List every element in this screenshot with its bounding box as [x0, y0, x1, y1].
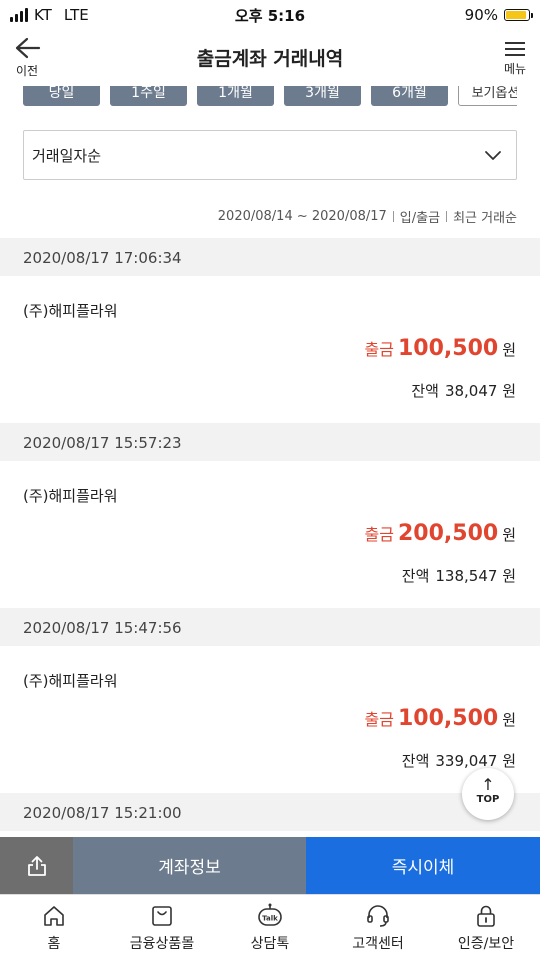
currency-unit: 원 [502, 341, 516, 359]
tab-label: 인증/보안 [457, 936, 515, 952]
transaction-date-header: 2020/08/17 15:57:23 [0, 423, 540, 461]
sort-select[interactable]: 거래일자순 [23, 130, 517, 180]
balance-label: 잔액 [401, 752, 430, 770]
tab-label: 상담톡 [250, 936, 290, 952]
transaction-amount: 출금 200,500 원 [365, 521, 516, 546]
transaction-balance: 잔액 38,047 원 [411, 380, 516, 401]
sort-selected-value: 거래일자순 [32, 147, 102, 165]
transaction-date-header: 2020/08/17 17:06:34 [0, 238, 540, 276]
divider [446, 211, 448, 222]
transaction-item[interactable]: (주)해피플라워 출금 200,500 원 잔액 138,547 원 [0, 461, 540, 608]
date-range: 2020/08/14 ~ 2020/08/17 [217, 209, 387, 224]
home-icon [44, 906, 64, 926]
instant-transfer-button[interactable]: 즉시이체 [306, 837, 540, 894]
period-1week-button[interactable]: 1주일 [110, 86, 187, 106]
tab-chat-consult[interactable]: Talk 상담톡 [216, 895, 324, 960]
status-time: 오후 5:16 [234, 7, 306, 25]
action-bar: 계좌정보 즉시이체 [0, 837, 540, 894]
transaction-payee: (주)해피플라워 [23, 302, 118, 320]
period-6months-button[interactable]: 6개월 [371, 86, 448, 106]
amount-value: 200,500 [397, 521, 499, 546]
share-icon [27, 855, 46, 876]
transaction-date-header: 2020/08/17 15:21:00 [0, 793, 540, 831]
period-today-button[interactable]: 당일 [23, 86, 100, 106]
scroll-top-label: TOP [476, 794, 500, 805]
scroll-top-button[interactable]: ↑ TOP [462, 768, 514, 820]
transaction-payee: (주)해피플라워 [23, 672, 118, 690]
balance-value: 38,047 원 [444, 382, 516, 400]
currency-unit: 원 [502, 526, 516, 544]
transaction-item[interactable]: (주)해피플라워 출금 100,500 원 잔액 339,047 원 [0, 646, 540, 793]
app-header: 이전 출금계좌 거래내역 메뉴 [0, 30, 540, 86]
transaction-balance: 잔액 138,547 원 [402, 565, 516, 586]
transaction-amount: 출금 100,500 원 [365, 336, 516, 361]
arrow-up-icon: ↑ [481, 775, 495, 794]
period-filter: 당일 1주일 1개월 3개월 6개월 보기옵션 [23, 86, 517, 116]
transaction-amount: 출금 100,500 원 [365, 706, 516, 731]
bottom-tab-bar: 홈 금융상품몰 Talk 상담톡 고객센터 인증/보안 [0, 894, 540, 960]
hamburger-icon [505, 42, 525, 56]
page-title: 출금계좌 거래내역 [196, 48, 344, 70]
headset-icon [367, 905, 389, 927]
tab-home[interactable]: 홈 [0, 895, 108, 960]
transaction-date-header: 2020/08/17 15:47:56 [0, 608, 540, 646]
account-info-button[interactable]: 계좌정보 [73, 837, 306, 894]
share-button[interactable] [0, 837, 73, 894]
period-1month-button[interactable]: 1개월 [197, 86, 274, 106]
balance-value: 339,047 원 [435, 752, 516, 770]
transaction-payee: (주)해피플라워 [23, 487, 118, 505]
menu-button[interactable]: 메뉴 [500, 38, 530, 77]
currency-unit: 원 [502, 711, 516, 729]
transaction-list: 2020/08/17 17:06:34 (주)해피플라워 출금 100,500 … [0, 238, 540, 831]
battery-percent: 90% [464, 6, 498, 24]
tab-label: 홈 [47, 936, 61, 952]
amount-value: 100,500 [397, 336, 499, 361]
svg-text:Talk: Talk [262, 915, 278, 923]
view-options-button[interactable]: 보기옵션 [458, 86, 517, 106]
transaction-type-filter: 입/출금 [399, 211, 441, 226]
transaction-type: 출금 [364, 525, 394, 544]
balance-value: 138,547 원 [435, 567, 516, 585]
query-summary: 2020/08/14 ~ 2020/08/17 입/출금 최근 거래순 [218, 207, 517, 226]
menu-label: 메뉴 [503, 62, 527, 76]
tab-customer-center[interactable]: 고객센터 [324, 895, 432, 960]
tab-label: 고객센터 [352, 936, 404, 952]
sort-order: 최근 거래순 [453, 211, 517, 226]
balance-label: 잔액 [411, 382, 439, 400]
lock-icon [477, 905, 495, 927]
shopping-bag-icon [152, 906, 172, 926]
battery-icon [504, 9, 533, 21]
period-3months-button[interactable]: 3개월 [284, 86, 361, 106]
chevron-down-icon [485, 151, 501, 160]
balance-label: 잔액 [401, 567, 430, 585]
transaction-item[interactable]: (주)해피플라워 출금 100,500 원 잔액 38,047 원 [0, 276, 540, 423]
amount-value: 100,500 [397, 706, 499, 731]
transaction-type: 출금 [364, 340, 394, 359]
tab-auth-security[interactable]: 인증/보안 [432, 895, 540, 960]
transaction-balance: 잔액 339,047 원 [402, 750, 516, 771]
divider [392, 211, 394, 222]
status-bar: KT LTE 오후 5:16 90% [0, 0, 540, 30]
tab-label: 금융상품몰 [129, 936, 195, 952]
tab-financial-mall[interactable]: 금융상품몰 [108, 895, 216, 960]
talk-bot-icon: Talk [258, 903, 282, 926]
transaction-type: 출금 [364, 710, 394, 729]
